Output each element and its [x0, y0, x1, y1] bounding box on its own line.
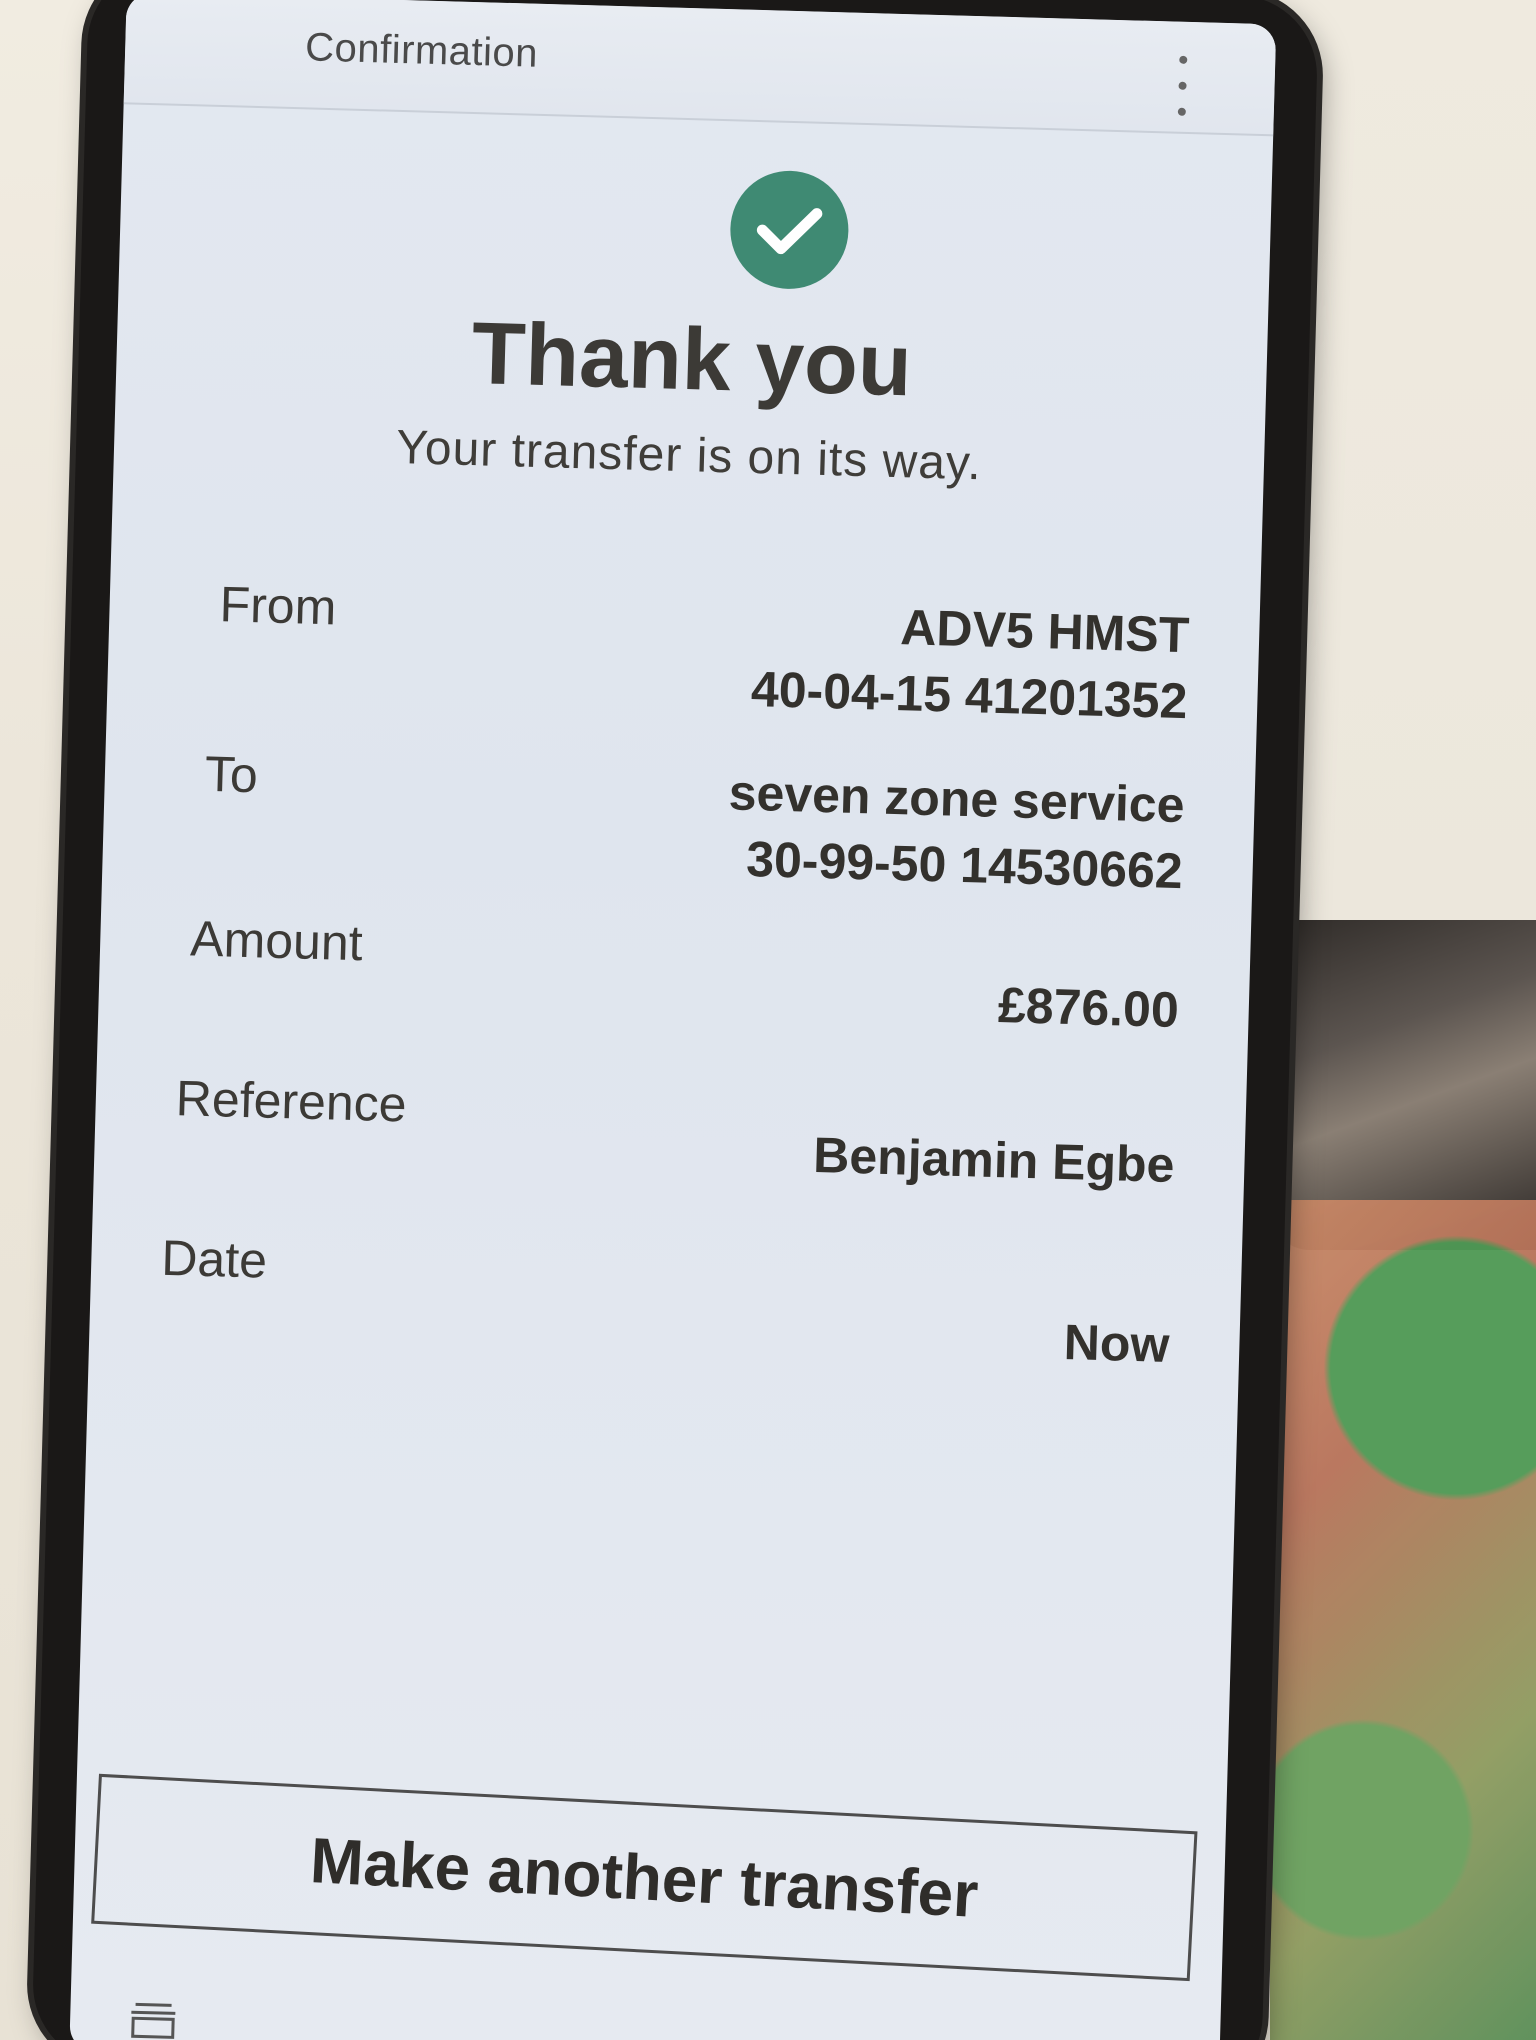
amount-value: £876.00	[997, 977, 1180, 1039]
reference-value: Benjamin Egbe	[812, 1126, 1176, 1193]
phone-device: Confirmation Thank you Your transfer is …	[30, 0, 1320, 2040]
from-value: ADV5 HMST 40-04-15 41201352	[750, 590, 1190, 734]
reference-label: Reference	[175, 1070, 408, 1133]
success-subtitle: Your transfer is on its way.	[395, 421, 983, 491]
more-vertical-icon[interactable]	[1176, 55, 1190, 116]
to-name: seven zone service	[728, 764, 1186, 834]
from-name: ADV5 HMST	[899, 599, 1191, 664]
bank-icon[interactable]	[125, 1998, 182, 2040]
to-label: To	[204, 745, 259, 804]
make-another-transfer-button[interactable]: Make another transfer	[91, 1773, 1198, 1982]
to-account: 30-99-50 14530662	[745, 830, 1184, 900]
from-label: From	[218, 576, 338, 636]
success-title: Thank you	[470, 303, 914, 415]
from-account: 40-04-15 41201352	[750, 661, 1189, 730]
date-value: Now	[1063, 1313, 1171, 1373]
to-value: seven zone service 30-99-50 14530662	[726, 759, 1185, 904]
phone-screen: Confirmation Thank you Your transfer is …	[69, 0, 1277, 2040]
photo-scene: Confirmation Thank you Your transfer is …	[0, 0, 1536, 2040]
amount-label: Amount	[189, 910, 364, 972]
date-label: Date	[160, 1229, 268, 1289]
page-title: Confirmation	[304, 25, 539, 76]
check-circle-icon	[728, 169, 851, 291]
background-cloth	[1270, 1200, 1536, 2040]
app-header: Confirmation	[123, 0, 1277, 137]
